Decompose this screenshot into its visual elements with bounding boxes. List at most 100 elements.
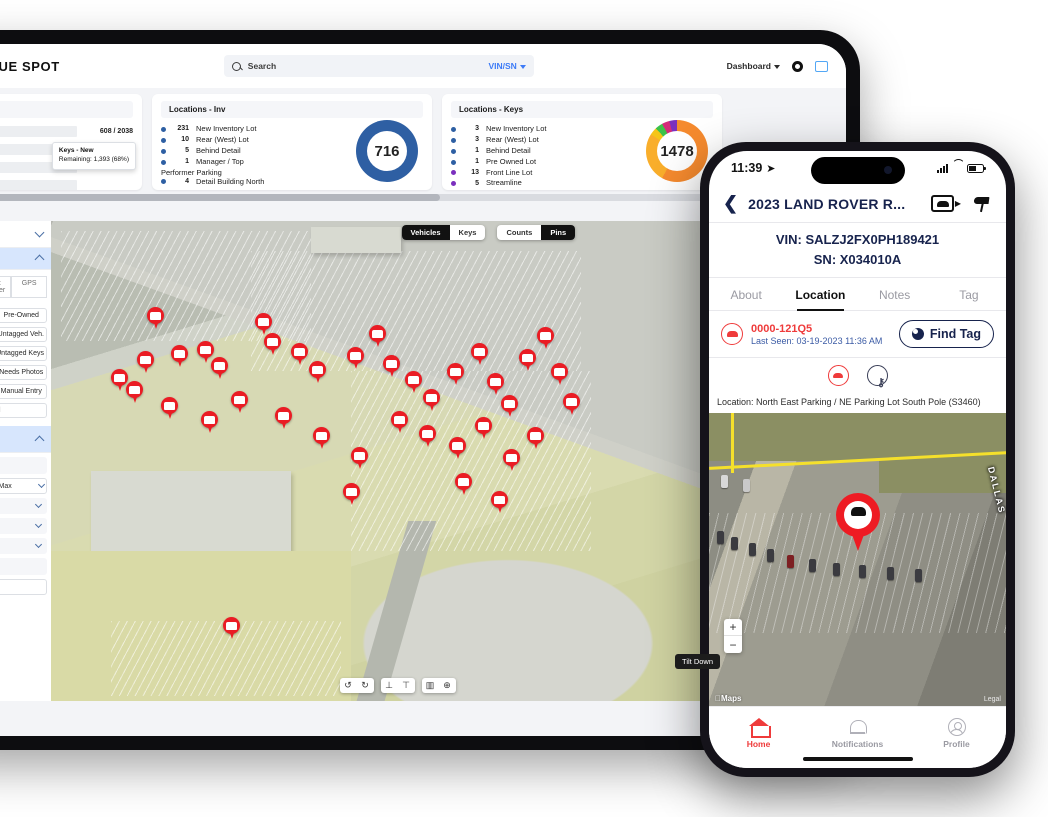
legal-link[interactable]: Legal — [984, 696, 1001, 703]
tab-tag[interactable]: Tag — [932, 278, 1006, 310]
brand-logo[interactable]: TRUE SPOT — [0, 57, 60, 75]
vehicle-pin[interactable] — [383, 355, 400, 378]
vehicle-pin[interactable] — [475, 417, 492, 440]
tilt-down-icon[interactable]: ⊤ — [398, 678, 415, 693]
tilt-controls[interactable]: ⊥ ⊤ — [380, 678, 415, 693]
chevron-up-icon — [34, 435, 45, 445]
filter-needs-photos[interactable]: Needs Photos — [0, 365, 47, 380]
vehicle-pin[interactable] — [455, 473, 472, 496]
accordion-specifications[interactable]: Specifications — [0, 426, 51, 453]
back-chevron-icon[interactable]: ❮ — [723, 193, 738, 214]
vehicle-pin[interactable] — [563, 393, 580, 416]
display-mode-toggle[interactable]: Counts Pins — [497, 225, 576, 240]
zoom-out-button[interactable]: − — [724, 636, 742, 653]
vehicle-pin[interactable] — [487, 373, 504, 396]
vehicle-pin[interactable] — [447, 363, 464, 386]
vehicle-pin[interactable] — [501, 395, 518, 418]
vehicle-pin[interactable] — [347, 347, 364, 370]
tab-about[interactable]: About — [709, 278, 783, 310]
keys-donut-chart: 1478 — [646, 120, 708, 182]
filter-untagged-veh[interactable]: Untagged Veh. — [0, 327, 47, 342]
vehicle-pin[interactable] — [405, 371, 422, 394]
accordion-view[interactable]: View — [0, 221, 51, 248]
toggle-keys[interactable]: Keys — [450, 225, 486, 240]
vehicle-pin[interactable] — [126, 381, 143, 404]
car-pin-icon[interactable] — [836, 493, 880, 551]
vehicle-pin[interactable] — [201, 411, 218, 434]
tab-home[interactable]: Home — [709, 714, 808, 749]
toggle-pins[interactable]: Pins — [541, 225, 576, 240]
vehicle-pin[interactable] — [551, 363, 568, 386]
vehicle-pin[interactable] — [351, 447, 368, 470]
vehicle-pin[interactable] — [264, 333, 281, 356]
rotate-left-icon[interactable]: ↺ — [340, 678, 357, 693]
filter-pre-owned[interactable]: Pre-Owned — [0, 308, 47, 323]
spec-select-2[interactable] — [0, 518, 47, 534]
dashboard-menu[interactable]: Dashboard — [727, 61, 780, 71]
vehicle-pin[interactable] — [391, 411, 408, 434]
bell-icon — [808, 714, 907, 736]
vehicle-pin[interactable] — [449, 437, 466, 460]
flag-icon[interactable] — [972, 195, 992, 213]
toggle-spot-tracker[interactable]: Spot Tracker — [0, 276, 12, 298]
vehicle-pin[interactable] — [471, 343, 488, 366]
filter-manual-entry[interactable]: Manual Entry — [0, 384, 47, 399]
features-input[interactable] — [0, 579, 47, 595]
filter-sold[interactable]: Sold — [0, 403, 47, 418]
vehicle-pin[interactable] — [503, 449, 520, 472]
tab-location[interactable]: Location — [783, 278, 857, 311]
search-input[interactable]: Search VIN/SN — [223, 55, 534, 77]
spec-select-1[interactable] — [0, 498, 47, 514]
tracker-type-toggle[interactable]: ag Spot Tracker GPS — [0, 270, 51, 304]
vehicle-pin[interactable] — [147, 307, 164, 330]
asset-type-toggle[interactable]: Vehicles Keys — [401, 225, 486, 240]
filter-untagged-keys[interactable]: Untagged Keys — [0, 346, 47, 361]
chat-icon[interactable] — [815, 60, 828, 72]
vehicle-pin[interactable] — [231, 391, 248, 414]
zoom-in-button[interactable]: + — [724, 619, 742, 636]
vehicle-pin[interactable] — [343, 483, 360, 506]
vehicle-pin[interactable] — [211, 357, 228, 380]
bullet-icon — [451, 137, 456, 143]
label: New Inventory Lot — [196, 124, 257, 133]
toggle-vehicles[interactable]: Vehicles — [401, 225, 450, 240]
vehicle-pin[interactable] — [423, 389, 440, 412]
vehicle-pin[interactable] — [291, 343, 308, 366]
vehicle-pin[interactable] — [519, 349, 536, 372]
phone-map[interactable]: DALLAS Maps Legal — [709, 413, 1006, 706]
vehicle-pin[interactable] — [137, 351, 154, 374]
vehicle-pin[interactable] — [491, 491, 508, 514]
car-tag-icon[interactable] — [827, 365, 849, 386]
vehicle-pin[interactable] — [223, 617, 240, 640]
vehicle-pin[interactable] — [527, 427, 544, 450]
tab-notes[interactable]: Notes — [858, 278, 932, 310]
vin-sn-selector[interactable]: VIN/SN — [488, 61, 526, 71]
tilt-up-icon[interactable]: ⊥ — [381, 678, 398, 693]
tab-notifications[interactable]: Notifications — [808, 714, 907, 749]
vehicle-pin[interactable] — [275, 407, 292, 430]
key-icon[interactable]: ⚷ — [866, 365, 888, 389]
rotate-right-icon[interactable]: ↻ — [357, 678, 374, 693]
layer-controls[interactable]: ▥ ⊕ — [421, 678, 456, 693]
vehicle-pin[interactable] — [161, 397, 178, 420]
vehicle-pin[interactable] — [419, 425, 436, 448]
car-checkout-icon[interactable] — [931, 195, 961, 212]
vehicle-pin[interactable] — [537, 327, 554, 350]
vehicle-pin[interactable] — [171, 345, 188, 368]
toggle-gps[interactable]: GPS — [11, 276, 48, 298]
gear-icon[interactable] — [792, 60, 803, 72]
vehicle-pin[interactable] — [313, 427, 330, 450]
find-tag-button[interactable]: Find Tag — [898, 320, 994, 348]
map-zoom-controls[interactable]: + − — [724, 619, 742, 653]
layers-icon[interactable]: ▥ — [422, 678, 439, 693]
spec-select-3[interactable] — [0, 538, 47, 554]
globe-icon[interactable]: ⊕ — [439, 678, 456, 693]
tab-profile[interactable]: Profile — [907, 714, 1006, 749]
rotate-controls[interactable]: ↺ ↻ — [339, 678, 374, 693]
vehicle-pin[interactable] — [369, 325, 386, 348]
vehicle-pin[interactable] — [309, 361, 326, 384]
accordion-filters[interactable] — [0, 248, 51, 270]
toggle-counts[interactable]: Counts — [497, 225, 541, 240]
max-select[interactable]: Max — [0, 478, 47, 494]
satellite-map[interactable]: Vehicles Keys Counts Pins + − Tilt Down — [51, 221, 788, 701]
